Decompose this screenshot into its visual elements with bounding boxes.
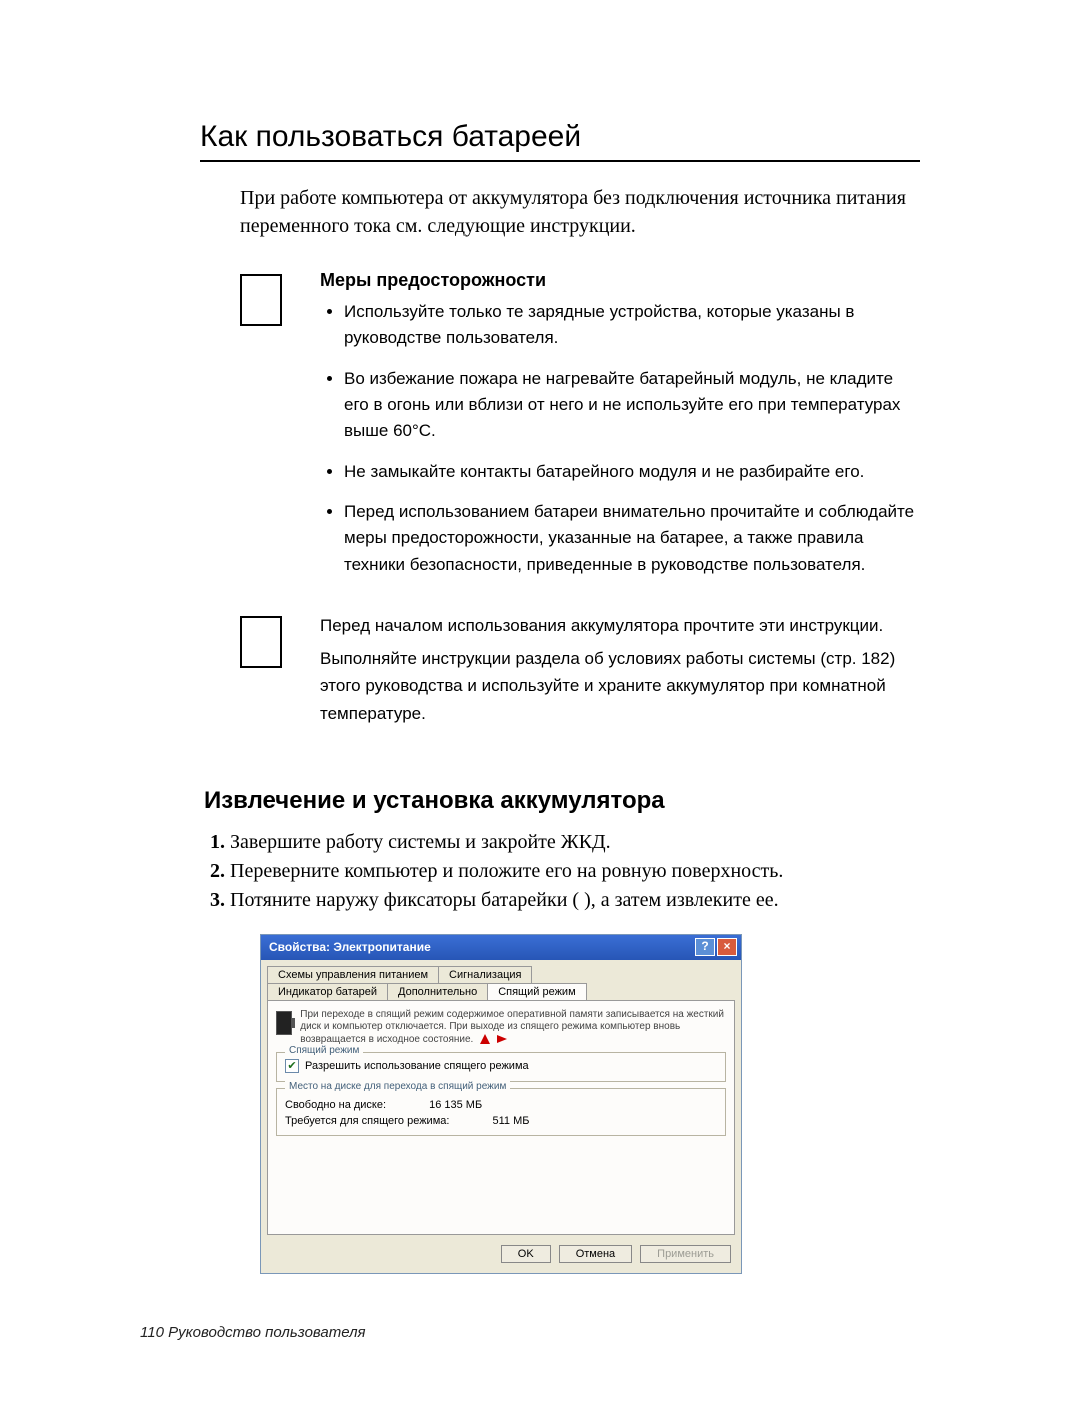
tab-power-meter[interactable]: Индикатор батарей	[267, 983, 388, 1000]
step-item: Переверните компьютер и положите его на …	[230, 860, 920, 883]
precaution-item: Во избежание пожара не нагревайте батаре…	[344, 366, 920, 445]
group-disk-space: Место на диске для перехода в спящий реж…	[276, 1088, 726, 1136]
free-space-value: 16 135 МБ	[429, 1099, 482, 1111]
required-space-label: Требуется для спящего режима:	[285, 1115, 449, 1127]
tab-power-schemes[interactable]: Схемы управления питанием	[267, 966, 439, 983]
group-title: Спящий режим	[285, 1045, 363, 1056]
precaution-item: Используйте только те зарядные устройств…	[344, 299, 920, 352]
note-line: Выполняйте инструкции раздела об условия…	[320, 645, 920, 727]
power-options-dialog: Свойства: Электропитание ? × Схемы управ…	[260, 934, 742, 1275]
tab-hibernate[interactable]: Спящий режим	[487, 983, 586, 1000]
required-space-value: 511 МБ	[493, 1115, 530, 1127]
close-button[interactable]: ×	[717, 938, 737, 956]
precaution-item: Не замыкайте контакты батарейного модуля…	[344, 459, 920, 485]
precautions-heading: Меры предосторожности	[320, 270, 920, 291]
note-icon	[240, 616, 282, 668]
free-space-label: Свободно на диске:	[285, 1099, 386, 1111]
arrow-right-icon	[497, 1035, 507, 1043]
tab-advanced[interactable]: Дополнительно	[387, 983, 488, 1000]
group-hibernate: Спящий режим ✔ Разрешить использование с…	[276, 1052, 726, 1082]
hibernate-description: При переходе в спящий режим содержимое о…	[300, 1009, 726, 1047]
dialog-title: Свойства: Электропитание	[269, 940, 693, 954]
tab-panel-hibernate: При переходе в спящий режим содержимое о…	[267, 1000, 735, 1236]
title-divider	[200, 160, 920, 162]
section-heading-extract-install: Извлечение и установка аккумулятора	[204, 787, 920, 815]
group-title: Место на диске для перехода в спящий реж…	[285, 1081, 510, 1092]
cancel-button[interactable]: Отмена	[559, 1245, 632, 1263]
page-title: Как пользоваться батареей	[200, 120, 920, 154]
ok-button[interactable]: OK	[501, 1245, 551, 1263]
precaution-item: Перед использованием батареи внимательно…	[344, 499, 920, 578]
checkbox-label: Разрешить использование спящего режима	[305, 1060, 529, 1072]
apply-button[interactable]: Применить	[640, 1245, 731, 1263]
arrow-up-icon	[480, 1034, 490, 1044]
steps-list: Завершите работу системы и закройте ЖКД.…	[208, 831, 920, 912]
step-item: Потяните наружу фиксаторы батарейки ( ),…	[230, 889, 920, 912]
tab-alarms[interactable]: Сигнализация	[438, 966, 532, 983]
note-line: Перед началом использования аккумулятора…	[320, 612, 920, 639]
caution-icon	[240, 274, 282, 326]
page-footer: 110 Руководство пользователя	[140, 1324, 920, 1341]
battery-icon	[276, 1011, 292, 1035]
intro-paragraph: При работе компьютера от аккумулятора бе…	[240, 184, 920, 240]
enable-hibernate-checkbox[interactable]: ✔	[285, 1059, 299, 1073]
help-button[interactable]: ?	[695, 938, 715, 956]
step-item: Завершите работу системы и закройте ЖКД.	[230, 831, 920, 854]
